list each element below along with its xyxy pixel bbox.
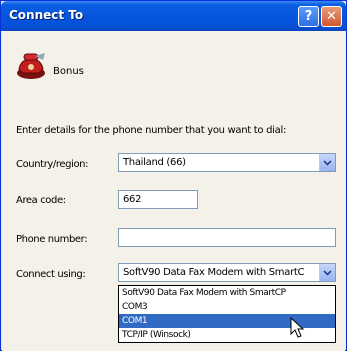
instruction-text: Enter details for the phone number that … (16, 125, 287, 136)
country-dropdown-button[interactable] (319, 154, 335, 171)
connect-using-label: Connect using: (16, 269, 86, 280)
chevron-down-icon (323, 269, 332, 276)
connect-using-select[interactable]: SoftV90 Data Fax Modem with SmartC (118, 263, 336, 282)
title-bar[interactable]: Connect To ? ✕ (1, 1, 346, 31)
connect-using-dropdown-button[interactable] (319, 264, 335, 281)
mouse-pointer-icon (290, 317, 305, 338)
close-button[interactable]: ✕ (321, 6, 342, 27)
country-select[interactable]: Thailand (66) (118, 153, 336, 172)
area-code-label: Area code: (16, 195, 66, 206)
phone-number-label: Phone number: (16, 234, 88, 245)
dropdown-option[interactable]: COM3 (119, 300, 335, 314)
country-label: Country/region: (16, 159, 89, 170)
phone-number-input[interactable] (118, 228, 336, 247)
phone-connection-icon (17, 53, 45, 79)
country-value: Thailand (66) (123, 157, 186, 168)
area-code-input[interactable]: 662 (118, 190, 198, 209)
connection-name: Bonus (53, 66, 84, 77)
connect-using-value: SoftV90 Data Fax Modem with SmartC (123, 267, 305, 278)
dropdown-option[interactable]: SoftV90 Data Fax Modem with SmartCP (119, 286, 335, 300)
dialog-title: Connect To (9, 8, 84, 22)
chevron-down-icon (323, 159, 332, 166)
help-button[interactable]: ? (298, 6, 319, 27)
connect-to-dialog: Connect To ? ✕ Bonus Enter details for t… (0, 0, 347, 351)
area-code-value: 662 (123, 194, 142, 205)
